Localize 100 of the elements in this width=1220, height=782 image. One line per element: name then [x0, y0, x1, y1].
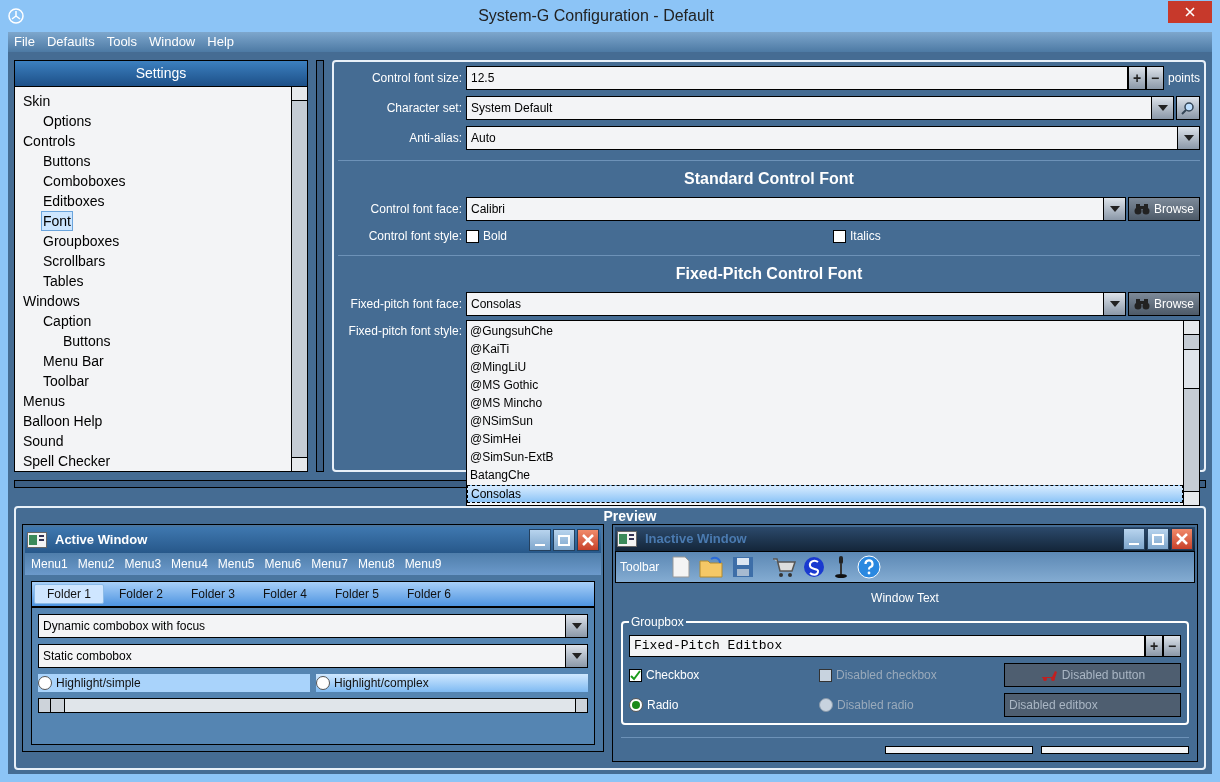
minimize-button[interactable]: [529, 529, 551, 551]
help-icon[interactable]: [857, 555, 882, 579]
dropdown-option[interactable]: @NSimSun: [467, 413, 1183, 431]
tab[interactable]: Folder 5: [322, 584, 392, 604]
tree-item[interactable]: Menu Bar: [41, 351, 106, 371]
menu-item[interactable]: Menu1: [31, 555, 68, 573]
dropdown-button[interactable]: [1103, 198, 1125, 220]
dropdown-button[interactable]: [1177, 127, 1199, 149]
scrollbar[interactable]: [291, 87, 307, 471]
menu-item[interactable]: Menu7: [311, 555, 348, 573]
editbox[interactable]: Fixed-Pitch Editbox: [629, 635, 1145, 657]
dropdown-option[interactable]: BatangChe: [467, 467, 1183, 485]
menu-item[interactable]: Menu3: [124, 555, 162, 573]
dropdown-option[interactable]: @MS Gothic: [467, 377, 1183, 395]
blank-button[interactable]: [885, 746, 1033, 754]
cart-icon[interactable]: [771, 555, 798, 579]
menu-item[interactable]: Menu8: [357, 555, 395, 573]
combobox[interactable]: Consolas: [466, 292, 1126, 316]
checkbox-label: Disabled checkbox: [836, 667, 937, 684]
tree-item[interactable]: Buttons: [61, 331, 113, 351]
tab[interactable]: Folder 4: [250, 584, 320, 604]
dropdown-button[interactable]: [565, 615, 587, 637]
combobox[interactable]: Calibri: [466, 197, 1126, 221]
preview-title: Preview: [603, 508, 657, 524]
radio-button[interactable]: [629, 698, 643, 712]
tree-item[interactable]: Toolbar: [41, 371, 91, 391]
menu-item[interactable]: Menu6: [264, 555, 302, 573]
dropdown-option[interactable]: @SimSun-ExtB: [467, 449, 1183, 467]
menu-item[interactable]: Menu2: [77, 555, 115, 573]
window-title: System-G Configuration - Default: [477, 6, 715, 26]
browse-button[interactable]: Browse: [1128, 292, 1200, 316]
maximize-button[interactable]: [1147, 528, 1169, 550]
spiral-icon[interactable]: [803, 556, 826, 578]
menu-item[interactable]: Menu4: [171, 555, 208, 573]
tree-item[interactable]: Balloon Help: [21, 411, 105, 431]
tree-item[interactable]: Caption: [41, 311, 94, 331]
combobox[interactable]: Dynamic combobox with focus: [38, 614, 588, 638]
close-button[interactable]: [577, 529, 599, 551]
search-button[interactable]: [1176, 96, 1200, 120]
folder-icon[interactable]: [699, 555, 726, 579]
dropdown-option[interactable]: @SimHei: [467, 431, 1183, 449]
tree-item[interactable]: Font: [41, 211, 73, 231]
tab[interactable]: Folder 6: [394, 584, 464, 604]
decrement-button[interactable]: −: [1163, 635, 1181, 657]
tree-item[interactable]: Spell Checker: [21, 451, 113, 471]
checkbox[interactable]: [833, 229, 846, 243]
window-icon: [27, 532, 47, 548]
combobox[interactable]: System Default: [466, 96, 1174, 120]
checkbox[interactable]: [629, 668, 642, 682]
tree-item[interactable]: Editboxes: [41, 191, 107, 211]
dropdown-arrow-icon: [571, 653, 582, 659]
radio-button[interactable]: [38, 676, 52, 690]
radio-button[interactable]: [316, 676, 330, 690]
tree-item[interactable]: Tables: [41, 271, 86, 291]
menu-item[interactable]: Menu9: [404, 555, 442, 573]
binoculars-icon: [1134, 298, 1150, 310]
dropdown-button[interactable]: [565, 645, 587, 667]
tab[interactable]: Folder 3: [178, 584, 248, 604]
tree-item[interactable]: Scrollbars: [41, 251, 108, 271]
tree-item[interactable]: Groupboxes: [41, 231, 122, 251]
tab[interactable]: Folder 1: [34, 584, 104, 604]
dropdown-arrow-icon: [1183, 135, 1194, 141]
menu-item[interactable]: Menu5: [217, 555, 255, 573]
dropdown-button[interactable]: [1151, 97, 1173, 119]
save-icon[interactable]: [731, 555, 756, 579]
dropdown-arrow-icon: [571, 623, 582, 629]
field-label: Character set:: [385, 100, 463, 117]
combobox[interactable]: Auto: [466, 126, 1200, 150]
dropdown-option[interactable]: @MS Mincho: [467, 395, 1183, 413]
dropdown-option[interactable]: Consolas: [467, 485, 1183, 503]
scrollbar[interactable]: [1183, 321, 1199, 505]
tab[interactable]: Folder 2: [106, 584, 176, 604]
dropdown-option[interactable]: @KaiTi: [467, 341, 1183, 359]
tree-item[interactable]: Menus: [21, 391, 68, 411]
tree-item[interactable]: Skin: [21, 91, 53, 111]
radio-label: Radio: [647, 697, 679, 714]
checkbox[interactable]: [466, 229, 479, 243]
tree-item[interactable]: Controls: [21, 131, 78, 151]
tree-item[interactable]: Sound: [21, 431, 66, 451]
slider-track[interactable]: [38, 698, 588, 713]
radio-label: Highlight/simple: [56, 675, 141, 692]
dropdown-option[interactable]: @GungsuhChe: [467, 323, 1183, 341]
tree-item[interactable]: Buttons: [41, 151, 93, 171]
combobox-value: Static combobox: [42, 648, 133, 665]
dropdown-button[interactable]: [1103, 293, 1125, 315]
dropdown-option[interactable]: @MingLiU: [467, 359, 1183, 377]
close-button[interactable]: [1171, 528, 1193, 550]
browse-button[interactable]: Browse: [1128, 197, 1200, 221]
app-logo-icon: [8, 8, 24, 24]
increment-button[interactable]: +: [1145, 635, 1163, 657]
splitter-bar[interactable]: [316, 60, 324, 472]
tree-item[interactable]: Windows: [21, 291, 82, 311]
tree-item[interactable]: Comboboxes: [41, 171, 128, 191]
maximize-button[interactable]: [553, 529, 575, 551]
tree-item[interactable]: Options: [41, 111, 94, 131]
blank-button[interactable]: [1041, 746, 1189, 754]
dropdown-arrow-icon: [1109, 301, 1120, 307]
minimize-button[interactable]: [1123, 528, 1145, 550]
font-size-field[interactable]: 12.5: [466, 66, 1128, 90]
combobox[interactable]: Static combobox: [38, 644, 588, 668]
